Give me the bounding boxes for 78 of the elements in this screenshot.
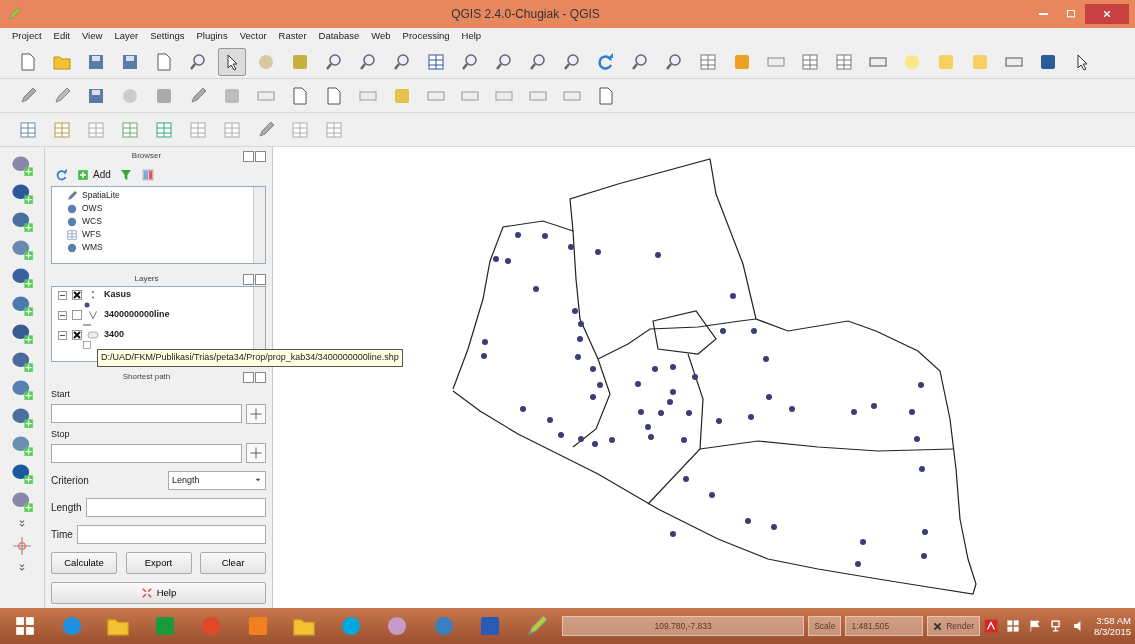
float-button[interactable] — [243, 150, 254, 162]
action-button[interactable]: Clear — [200, 552, 266, 574]
close-button[interactable] — [255, 273, 266, 285]
menu-item[interactable]: Raster — [278, 29, 307, 44]
browser-item[interactable]: WFS — [58, 228, 247, 241]
scale-field[interactable]: 1:481,505 — [845, 616, 924, 636]
close-button[interactable] — [1085, 4, 1129, 24]
help-icon — [140, 587, 153, 599]
windows-logo-icon[interactable] — [1006, 619, 1020, 633]
menu-item[interactable]: Processing — [402, 29, 450, 44]
float-button[interactable] — [243, 371, 254, 383]
help-button[interactable]: Help — [51, 582, 266, 604]
text-field[interactable] — [51, 443, 242, 463]
layer-name[interactable]: 3400000000line — [104, 308, 170, 322]
menu-item[interactable]: Vector — [239, 29, 267, 44]
menu-item[interactable]: Web — [371, 29, 391, 44]
clock-date[interactable]: 8/3/2015 — [1094, 626, 1131, 638]
pointer-tool-icon[interactable] — [218, 47, 246, 76]
text-field[interactable] — [51, 404, 242, 423]
scrollbar[interactable] — [253, 187, 265, 263]
line-layer-icon — [87, 309, 99, 321]
filter-icon[interactable] — [118, 167, 133, 182]
field-label: Start — [51, 388, 71, 401]
menu-item[interactable]: View — [81, 29, 103, 44]
expand-toggle[interactable] — [58, 310, 67, 320]
layer-name[interactable]: 3400 — [104, 328, 125, 342]
layer-checkbox[interactable] — [72, 290, 82, 300]
field-label: Criterion — [51, 474, 90, 488]
crosshair-icon[interactable] — [11, 535, 33, 557]
panel-title: Layers — [133, 273, 160, 285]
action-button[interactable]: Calculate — [51, 552, 117, 574]
criterion-dropdown[interactable]: Length — [168, 471, 266, 490]
menu-item[interactable]: Project — [12, 29, 42, 44]
render-checkbox[interactable]: Render — [927, 616, 980, 636]
browser-item[interactable]: WMS — [58, 241, 247, 254]
menu-item[interactable]: Layer — [114, 29, 139, 44]
layer-checkbox[interactable] — [72, 310, 82, 320]
browser-item[interactable]: WCS — [58, 215, 247, 228]
text-field[interactable] — [85, 498, 266, 517]
float-button[interactable] — [243, 273, 254, 285]
action-button[interactable]: Export — [125, 552, 192, 574]
browser-item[interactable]: SpatiaLite — [58, 189, 247, 202]
close-button[interactable] — [255, 371, 266, 383]
clock-time[interactable]: 3:58 AM — [1094, 614, 1131, 626]
scale-label: Scale — [808, 616, 842, 636]
coordinate-field[interactable]: 109.780,-7.833 — [562, 616, 805, 636]
menu-item[interactable]: Edit — [53, 29, 70, 44]
windows-logo-icon — [14, 615, 37, 637]
cross-mark-icon — [73, 331, 81, 339]
polygon-layer-icon — [87, 329, 99, 341]
browser-item[interactable]: OWS — [58, 202, 247, 215]
plus-icon — [77, 168, 89, 181]
menu-item[interactable]: Plugins — [196, 29, 228, 44]
panel-title: Browser — [130, 150, 163, 162]
refresh-icon[interactable] — [55, 167, 69, 182]
tooltip: D:/UAD/FKM/Publikasi/Trias/peta34/Prop/prop_kab34/3400000000line.shp — [97, 349, 403, 367]
menu-item[interactable]: Database — [318, 29, 360, 44]
cross-mark-icon — [933, 621, 943, 631]
field-label: Time — [51, 528, 73, 542]
pick-point-button[interactable] — [246, 443, 266, 463]
field-label: Stop — [51, 427, 71, 441]
menu-item[interactable]: Settings — [150, 29, 185, 44]
layer-name[interactable]: Kasus — [104, 288, 131, 302]
field-label: Length — [51, 501, 82, 515]
close-button[interactable] — [255, 150, 266, 162]
flag-icon[interactable] — [1028, 619, 1042, 633]
minimize-icon — [1038, 13, 1048, 15]
app-logo-icon — [6, 6, 22, 22]
menu-item[interactable]: Help — [461, 29, 482, 44]
cross-mark-icon — [73, 291, 81, 299]
text-field[interactable] — [76, 525, 266, 544]
expand-toggle[interactable] — [58, 290, 67, 300]
pick-point-button[interactable] — [246, 403, 266, 424]
add-button[interactable]: Add — [77, 167, 111, 182]
expand-toggle[interactable] — [58, 330, 67, 340]
layer-checkbox[interactable] — [72, 330, 82, 340]
panel-title: Shortest path — [121, 371, 172, 383]
window-title: QGIS 2.4.0-Chugiak - QGIS — [450, 6, 601, 23]
